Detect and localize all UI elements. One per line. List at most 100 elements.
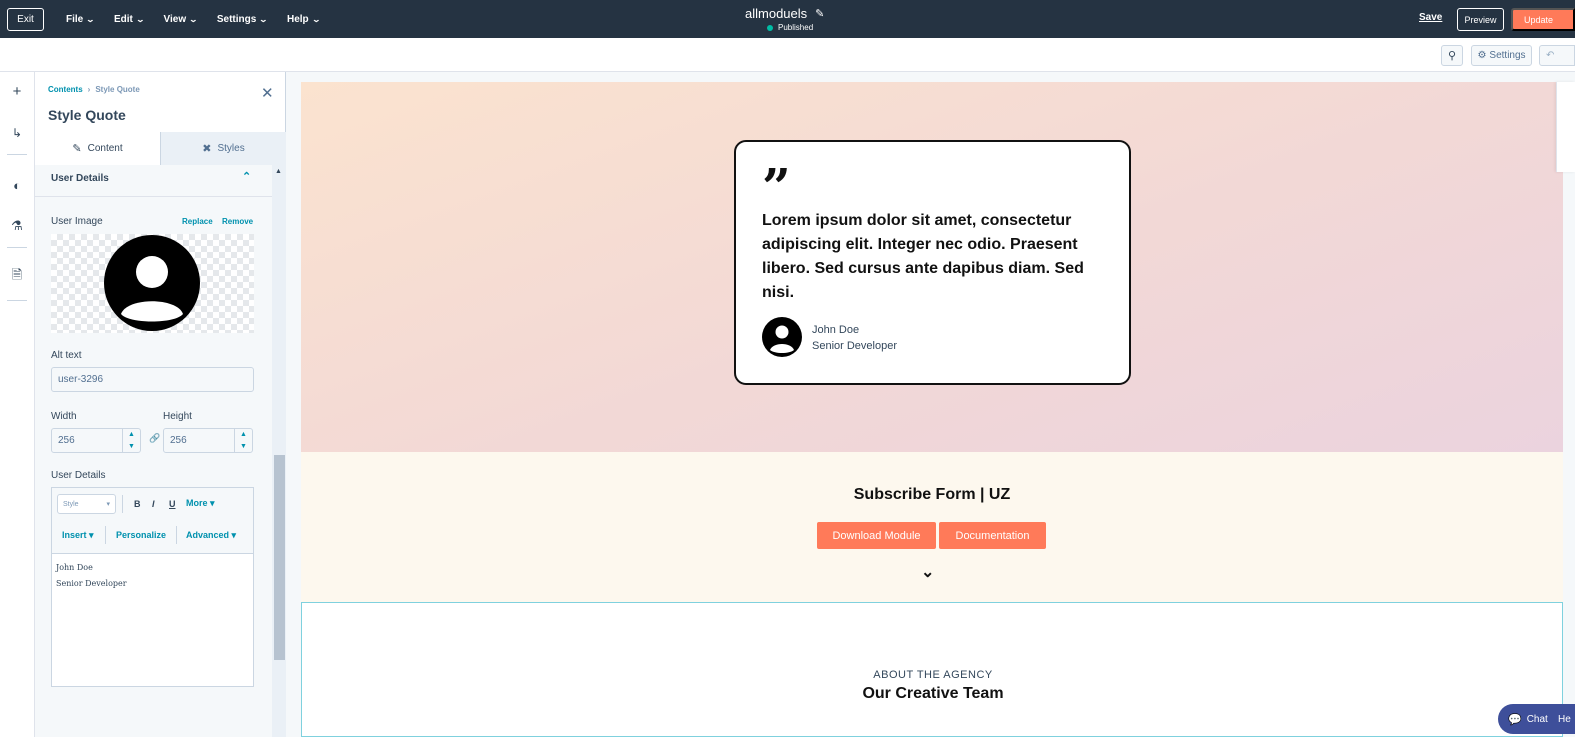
height-stepper[interactable]: ▲ ▼	[234, 428, 253, 453]
editor-line: John Doe	[56, 563, 93, 572]
tab-styles[interactable]: ✖ Styles	[161, 132, 286, 165]
breadcrumb-contents[interactable]: Contents	[48, 85, 83, 94]
documentation-button[interactable]: Documentation	[939, 522, 1046, 549]
pencil-icon: ✎	[72, 143, 82, 155]
chevron-down-icon[interactable]: ⌄	[921, 562, 934, 582]
user-details-label: User Details	[51, 470, 106, 481]
user-image-preview[interactable]	[51, 234, 254, 333]
site-title[interactable]: allmoduels ✎	[745, 6, 824, 21]
menu-settings[interactable]: Settings ⌄	[217, 14, 268, 25]
quote-section[interactable]: ” Lorem ipsum dolor sit amet, consectetu…	[301, 82, 1563, 452]
menu-view-label: View	[163, 13, 187, 25]
chevron-up-icon: ⌃	[242, 171, 252, 183]
replace-image-link[interactable]: Replace	[182, 217, 213, 226]
menu-view[interactable]: View ⌄	[163, 13, 199, 25]
page-preview: ” Lorem ipsum dolor sit amet, consectetu…	[301, 82, 1563, 737]
menu-edit-label: Edit	[113, 13, 133, 25]
user-avatar-icon	[104, 235, 200, 331]
search-button[interactable]: ⚲	[1441, 45, 1463, 66]
menu-edit[interactable]: Edit ⌄	[113, 13, 145, 25]
author-name: John Doe	[812, 324, 860, 336]
chevron-down-icon: ⌄	[188, 14, 199, 24]
settings-button[interactable]: ⚙ Settings	[1471, 45, 1532, 66]
subscribe-section[interactable]: Subscribe Form | UZ Download Module Docu…	[301, 452, 1563, 602]
right-flyout-panel[interactable]	[1556, 82, 1575, 172]
quote-card[interactable]: ” Lorem ipsum dolor sit amet, consectetu…	[734, 140, 1131, 385]
advanced-label: Advanced	[186, 530, 230, 540]
advanced-button[interactable]: Advanced ▾	[186, 530, 236, 541]
width-stepper[interactable]: ▲ ▼	[122, 428, 141, 453]
remove-image-link[interactable]: Remove	[222, 217, 253, 226]
about-section[interactable]: ABOUT THE AGENCY Our Creative Team	[301, 602, 1563, 737]
chevron-up-icon[interactable]: ▲	[128, 431, 135, 438]
about-kicker: ABOUT THE AGENCY	[873, 669, 993, 681]
alt-text-input[interactable]: user-3296	[51, 367, 254, 392]
chevron-right-icon: ›	[87, 85, 91, 94]
toolbar-divider	[105, 526, 106, 544]
quote-text: Lorem ipsum dolor sit amet, consectetur …	[762, 212, 1084, 301]
panel-body: User Details ⌃ User Image Replace Remove…	[35, 165, 272, 737]
chat-button[interactable]: 💬 Chat He	[1498, 704, 1575, 734]
menu-file-label: File	[66, 13, 84, 25]
status-dot-icon	[767, 24, 773, 31]
flask-icon[interactable]: ⚗	[7, 216, 27, 236]
top-bar: Exit File ⌄ Edit ⌄ View ⌄ Settings ⌄ Help ⌄ a…	[0, 0, 1575, 38]
insert-button[interactable]: Insert ▾	[62, 530, 94, 541]
scrollbar-thumb[interactable]	[274, 455, 285, 660]
gear-icon: ⚙	[1477, 50, 1487, 61]
preview-button[interactable]: Preview	[1457, 8, 1504, 31]
personalize-button[interactable]: Personalize	[116, 530, 166, 540]
bold-button[interactable]: B	[134, 499, 141, 509]
scroll-up-icon[interactable]: ▲	[275, 168, 282, 175]
insert-label: Insert	[62, 530, 87, 540]
styles-icon: ✖	[202, 143, 212, 155]
alt-text-label: Alt text	[51, 350, 82, 361]
rich-text-editor[interactable]: Style ▾ B I U More ▾ Insert ▾ Personaliz…	[51, 487, 254, 687]
style-select-value: Style	[63, 500, 79, 508]
chevron-down-icon[interactable]: ▼	[240, 443, 247, 450]
lock-ratio-icon[interactable]: 🔗	[149, 433, 160, 444]
undo-button[interactable]: ↶	[1539, 45, 1575, 66]
gauge-icon[interactable]: ◐	[7, 175, 27, 195]
toolbar-divider	[176, 526, 177, 544]
chevron-up-icon[interactable]: ▲	[240, 431, 247, 438]
exit-button[interactable]: Exit	[7, 8, 44, 31]
update-button[interactable]: Update	[1511, 8, 1575, 31]
chat-label: Chat	[1526, 713, 1548, 725]
help-label: He	[1558, 713, 1571, 725]
rail-divider	[7, 247, 27, 248]
panel-scrollbar[interactable]: ▲	[272, 165, 286, 737]
menu-help-label: Help	[287, 13, 309, 25]
tab-content-label: Content	[87, 143, 123, 154]
tab-content[interactable]: ✎ Content	[35, 132, 161, 165]
chevron-down-icon[interactable]: ▼	[128, 443, 135, 450]
page-icon[interactable]: 🗎	[7, 267, 27, 287]
chevron-down-icon: ⌄	[311, 14, 321, 24]
width-label: Width	[51, 411, 77, 422]
pencil-icon[interactable]: ✎	[815, 7, 824, 20]
module-panel: Contents › Style Quote ✕ Style Quote ✎ C…	[35, 72, 286, 737]
menu-file[interactable]: File ⌄	[66, 13, 95, 25]
caret-down-icon: ▾	[106, 501, 110, 508]
width-input[interactable]: 256	[51, 428, 123, 453]
save-button[interactable]: Save	[1419, 12, 1442, 23]
more-label: More	[186, 498, 208, 508]
italic-button[interactable]: I	[152, 499, 155, 509]
more-button[interactable]: More ▾	[186, 498, 215, 509]
editor-line: Senior Developer	[56, 579, 127, 588]
style-select[interactable]: Style ▾	[57, 494, 116, 514]
tree-icon[interactable]: ↳	[7, 123, 27, 143]
breadcrumb-current: Style Quote	[95, 85, 140, 94]
underline-button[interactable]: U	[169, 499, 176, 509]
editor-content[interactable]: John Doe Senior Developer	[56, 560, 127, 592]
close-icon[interactable]: ✕	[261, 84, 274, 102]
menu-help[interactable]: Help ⌄	[287, 13, 321, 25]
add-icon[interactable]: +	[7, 81, 27, 101]
quote-mark-icon: ”	[762, 157, 791, 216]
user-avatar-icon	[762, 317, 802, 357]
editor-toolbar	[0, 38, 1575, 72]
rail-divider	[7, 300, 27, 301]
download-module-button[interactable]: Download Module	[817, 522, 936, 549]
section-header-user-details[interactable]: User Details ⌃	[35, 165, 272, 197]
height-input[interactable]: 256	[163, 428, 235, 453]
